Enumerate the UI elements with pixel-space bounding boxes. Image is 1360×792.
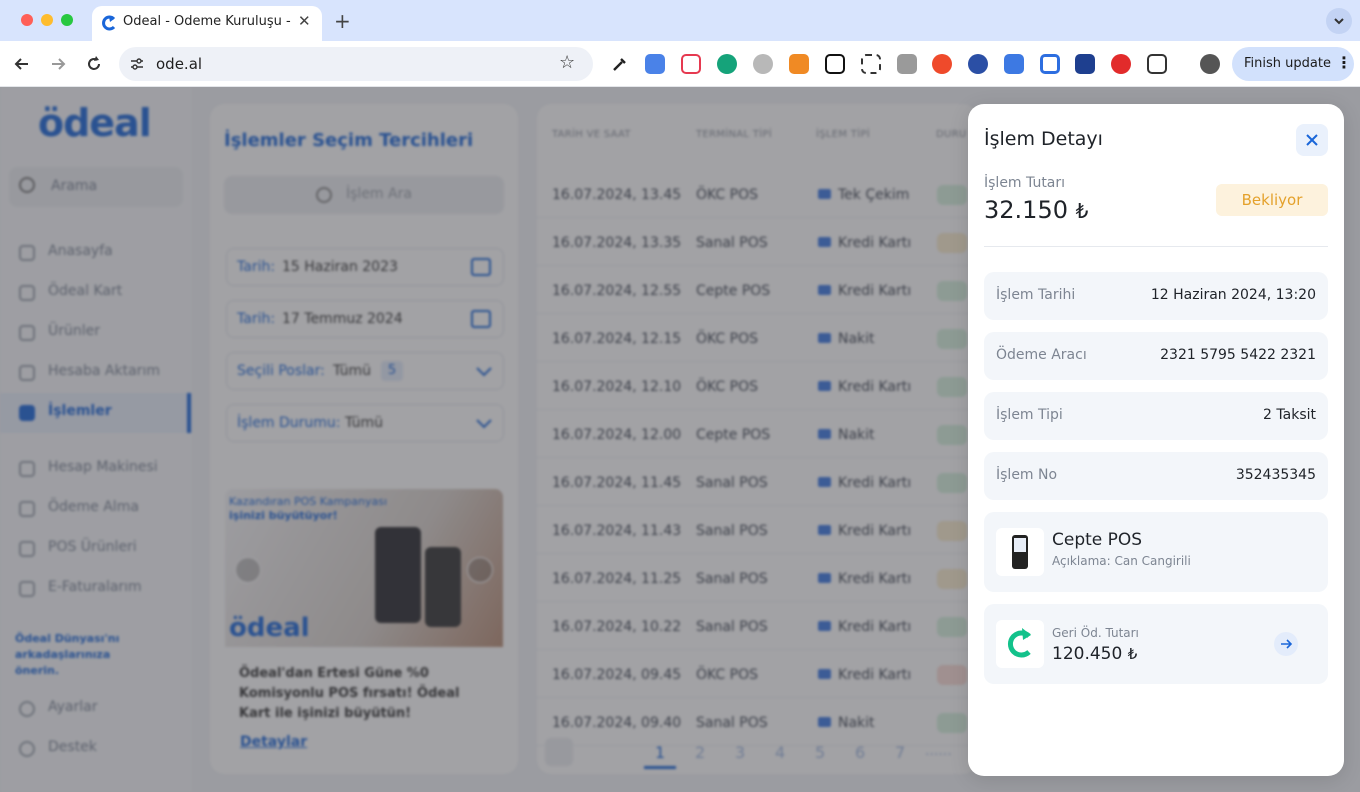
refund-amount: 120.450 ₺ [1052, 644, 1137, 664]
odeal-refund-icon [996, 620, 1044, 668]
detail-row-date: İşlem Tarihi 12 Haziran 2024, 13:20 [984, 272, 1328, 320]
back-icon[interactable] [12, 54, 32, 74]
finish-update-button[interactable]: Finish update ⋮ [1232, 47, 1354, 81]
url-text: ode.al [156, 55, 203, 73]
refund-arrow-button[interactable] [1274, 632, 1298, 656]
currency-symbol: ₺ [1127, 645, 1138, 663]
notion-extension-icon[interactable] [825, 54, 845, 74]
window-extension-icon[interactable] [1004, 54, 1024, 74]
amount-label: İşlem Tutarı [984, 175, 1066, 191]
detail-row-label: Ödeme Aracı [996, 347, 1087, 363]
detail-row-value: 12 Haziran 2024, 13:20 [1150, 287, 1316, 303]
browser-tab-bar: Ödeal - Ödeme Kuruluşu - POS ✕ + [0, 0, 1360, 41]
close-window-button[interactable] [21, 14, 33, 26]
extensions-puzzle-icon[interactable] [1147, 54, 1167, 74]
browser-toolbar: ode.al ☆ Finish update ⋮ [0, 41, 1360, 87]
device-title: Cepte POS [1052, 530, 1143, 550]
detail-row-label: İşlem Tarihi [996, 287, 1076, 303]
camera-extension-icon[interactable] [897, 54, 917, 74]
circle-extension-icon[interactable] [968, 54, 988, 74]
bookmark-star-icon[interactable]: ☆ [559, 52, 575, 73]
detail-row-number: İşlem No 352435345 [984, 452, 1328, 500]
minimize-window-button[interactable] [41, 14, 53, 26]
metamask-extension-icon[interactable] [789, 54, 809, 74]
crop-extension-icon[interactable] [1040, 54, 1060, 74]
reload-icon[interactable] [84, 54, 104, 74]
close-button[interactable] [1296, 124, 1328, 156]
address-bar[interactable]: ode.al ☆ [119, 47, 593, 81]
pocket-extension-icon[interactable] [681, 54, 701, 74]
browser-tab[interactable]: Ödeal - Ödeme Kuruluşu - POS ✕ [92, 6, 322, 41]
video-extension-icon[interactable] [1075, 54, 1095, 74]
site-settings-icon[interactable] [129, 56, 145, 72]
detail-title: İşlem Detayı [984, 128, 1103, 150]
pos-device-icon [996, 528, 1044, 576]
eyedropper-extension-icon[interactable] [610, 54, 630, 74]
translate-extension-icon[interactable] [645, 54, 665, 74]
close-icon [1306, 134, 1318, 146]
pinterest-extension-icon[interactable] [1111, 54, 1131, 74]
transaction-detail-panel: İşlem Detayı İşlem Tutarı 32.150 ₺ Bekli… [968, 104, 1344, 776]
settings-extension-icon[interactable] [753, 54, 773, 74]
amount-display: 32.150 ₺ [984, 196, 1088, 224]
more-menu-icon[interactable]: ⋮ [1336, 53, 1352, 72]
amount-value: 32.150 [984, 196, 1068, 224]
plus-extension-icon[interactable] [932, 54, 952, 74]
currency-symbol: ₺ [1075, 199, 1089, 223]
grammarly-extension-icon[interactable] [717, 54, 737, 74]
tab-title: Ödeal - Ödeme Kuruluşu - POS [123, 14, 291, 29]
device-card: Cepte POS Açıklama: Can Cangirili [984, 512, 1328, 592]
device-description: Açıklama: Can Cangirili [1052, 554, 1191, 568]
detail-row-type: İşlem Tipi 2 Taksit [984, 392, 1328, 440]
close-tab-icon[interactable]: ✕ [298, 12, 311, 30]
forward-icon[interactable] [48, 54, 68, 74]
new-tab-button[interactable]: + [334, 9, 351, 33]
refund-value: 120.450 [1052, 644, 1123, 664]
screenshot-extension-icon[interactable] [861, 54, 881, 74]
detail-row-label: İşlem Tipi [996, 407, 1063, 423]
page-content: ödeal Arama Anasayfa Ödeal Kart Ürünler … [0, 87, 1360, 792]
detail-row-value: 2321 5795 5422 2321 [1160, 347, 1316, 363]
detail-row-payment-method: Ödeme Aracı 2321 5795 5422 2321 [984, 332, 1328, 380]
refund-label: Geri Öd. Tutarı [1052, 626, 1139, 640]
status-badge: Bekliyor [1216, 184, 1328, 216]
profile-avatar[interactable] [1200, 54, 1220, 74]
chevron-down-icon [1334, 18, 1344, 25]
detail-row-value: 2 Taksit [1263, 407, 1316, 423]
favicon-icon [102, 15, 116, 31]
divider [984, 246, 1328, 247]
finish-update-label: Finish update [1244, 56, 1331, 71]
tab-search-button[interactable] [1326, 8, 1352, 34]
detail-row-value: 352435345 [1235, 467, 1316, 483]
maximize-window-button[interactable] [61, 14, 73, 26]
detail-row-label: İşlem No [996, 467, 1058, 483]
arrow-right-icon [1281, 639, 1293, 649]
refund-card[interactable]: Geri Öd. Tutarı 120.450 ₺ [984, 604, 1328, 684]
